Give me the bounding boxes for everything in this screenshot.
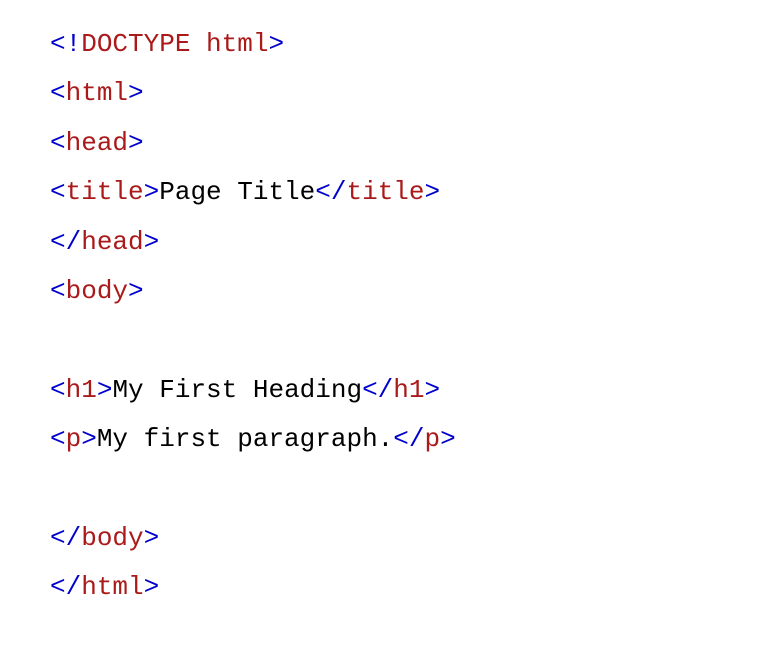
code-line: </head> <box>50 218 768 267</box>
code-token: h1 <box>66 375 97 405</box>
code-line <box>50 316 768 365</box>
code-line: <html> <box>50 69 768 118</box>
code-line: <!DOCTYPE html> <box>50 20 768 69</box>
code-token: </ <box>393 424 424 454</box>
code-token: > <box>425 177 441 207</box>
code-token: > <box>128 276 144 306</box>
code-token: < <box>50 276 66 306</box>
code-token: html <box>66 78 128 108</box>
code-token: My first paragraph. <box>97 424 393 454</box>
code-token: > <box>144 523 160 553</box>
code-token: h1 <box>393 375 424 405</box>
code-token: > <box>440 424 456 454</box>
code-token: DOCTYPE <box>81 29 190 59</box>
code-token: > <box>268 29 284 59</box>
code-token: < <box>50 78 66 108</box>
code-token: > <box>425 375 441 405</box>
code-token: p <box>66 424 82 454</box>
code-snippet: <!DOCTYPE html><html><head><title>Page T… <box>50 20 768 613</box>
code-token: > <box>97 375 113 405</box>
code-line: <h1>My First Heading</h1> <box>50 366 768 415</box>
code-token: < <box>50 375 66 405</box>
code-token: > <box>144 227 160 257</box>
code-line: </html> <box>50 563 768 612</box>
code-token: < <box>50 424 66 454</box>
code-token: > <box>128 78 144 108</box>
code-token: Page Title <box>159 177 315 207</box>
code-line: </body> <box>50 514 768 563</box>
code-token: head <box>66 128 128 158</box>
code-line <box>50 465 768 514</box>
code-token: > <box>81 424 97 454</box>
code-token: p <box>425 424 441 454</box>
code-line: <head> <box>50 119 768 168</box>
code-token: html <box>81 572 143 602</box>
code-token: </ <box>50 227 81 257</box>
code-line: <title>Page Title</title> <box>50 168 768 217</box>
code-line: <p>My first paragraph.</p> <box>50 415 768 464</box>
code-token: </ <box>315 177 346 207</box>
code-token: title <box>346 177 424 207</box>
code-token <box>190 29 206 59</box>
code-token <box>50 325 66 355</box>
code-token: body <box>81 523 143 553</box>
code-token: > <box>128 128 144 158</box>
code-token: </ <box>50 523 81 553</box>
code-token: head <box>81 227 143 257</box>
code-token: body <box>66 276 128 306</box>
code-token: title <box>66 177 144 207</box>
code-token: </ <box>50 572 81 602</box>
code-token: < <box>50 177 66 207</box>
code-token <box>50 474 66 504</box>
code-token: </ <box>362 375 393 405</box>
code-token: My First Heading <box>112 375 362 405</box>
code-token: > <box>144 177 160 207</box>
code-line: <body> <box>50 267 768 316</box>
code-token: < <box>50 128 66 158</box>
code-token: html <box>206 29 268 59</box>
code-token: > <box>144 572 160 602</box>
code-token: <! <box>50 29 81 59</box>
